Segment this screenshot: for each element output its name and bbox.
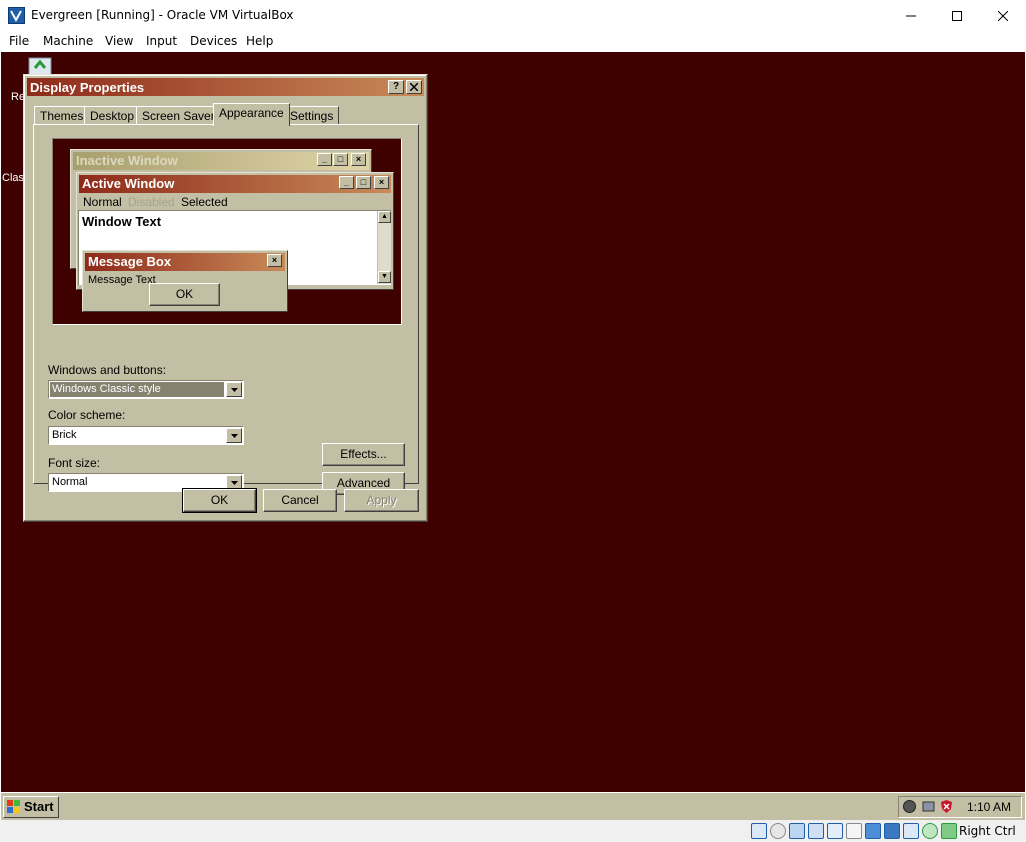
- cancel-button[interactable]: Cancel: [263, 489, 337, 512]
- menu-input[interactable]: Input: [146, 34, 177, 48]
- dialog-close-button[interactable]: [406, 80, 422, 94]
- vbox-statusbar: Right Ctrl: [0, 820, 1026, 842]
- menu-help[interactable]: Help: [246, 34, 273, 48]
- display-icon[interactable]: [865, 823, 881, 839]
- menu-machine[interactable]: Machine: [43, 34, 93, 48]
- network-icon[interactable]: [921, 799, 936, 814]
- host-window-title: Evergreen [Running] - Oracle VM VirtualB…: [31, 8, 294, 22]
- preview-menu-selected: Selected: [181, 195, 228, 209]
- help-button[interactable]: ?: [388, 80, 404, 94]
- preview-message-box: Message Box × Message Text OK: [82, 250, 288, 312]
- close-icon: [409, 82, 419, 92]
- scroll-up-icon: ▲: [378, 211, 391, 223]
- minimize-button[interactable]: [888, 0, 934, 31]
- maximize-button[interactable]: [934, 0, 980, 31]
- close-icon: ×: [351, 153, 366, 166]
- dialog-title: Display Properties: [30, 80, 145, 95]
- guest-screen: Re Clas Display Properties ? Themes Desk…: [1, 52, 1025, 820]
- speaker-icon[interactable]: [902, 799, 917, 814]
- host-key-label: Right Ctrl: [959, 824, 1016, 838]
- clock[interactable]: 1:10 AM: [967, 800, 1011, 814]
- chevron-down-icon[interactable]: [226, 475, 242, 490]
- windows-buttons-value: Windows Classic style: [50, 382, 224, 397]
- font-size-value: Normal: [52, 476, 88, 488]
- appearance-panel: Inactive Window _ □ × Active Window _ □ …: [33, 124, 419, 495]
- classic-icon-label[interactable]: Clas: [2, 172, 24, 184]
- tab-desktop[interactable]: Desktop: [84, 106, 141, 125]
- maximize-icon: □: [333, 153, 348, 166]
- shared-folders-icon[interactable]: [846, 823, 862, 839]
- close-icon: ×: [267, 254, 282, 267]
- help-icon: ?: [392, 81, 400, 92]
- color-scheme-label: Color scheme:: [48, 408, 126, 422]
- host-titlebar: Evergreen [Running] - Oracle VM VirtualB…: [0, 0, 1026, 31]
- message-box-ok-button: OK: [149, 283, 220, 306]
- minimize-icon: _: [317, 153, 332, 166]
- maximize-icon: □: [356, 176, 371, 189]
- optical-drive-icon[interactable]: [770, 823, 786, 839]
- appearance-preview: Inactive Window _ □ × Active Window _ □ …: [52, 138, 402, 325]
- menu-file[interactable]: File: [9, 34, 29, 48]
- windows-logo-icon: [7, 800, 20, 813]
- video-capture-icon[interactable]: [884, 823, 900, 839]
- display-properties-dialog: Display Properties ? Themes Desktop Scre…: [23, 74, 428, 522]
- host-menubar: File Machine View Input Devices Help: [0, 31, 1026, 52]
- virtualbox-icon: [8, 7, 25, 24]
- virtualization-icon[interactable]: [903, 823, 919, 839]
- network-adapter-icon[interactable]: [808, 823, 824, 839]
- preview-menu-disabled: Disabled: [128, 195, 175, 209]
- color-scheme-select[interactable]: Brick: [48, 426, 244, 445]
- tab-themes[interactable]: Themes: [34, 106, 90, 125]
- security-shield-icon[interactable]: [939, 799, 954, 814]
- close-button[interactable]: [980, 0, 1026, 31]
- preview-scrollbar: ▲ ▼: [377, 211, 391, 284]
- scroll-down-icon: ▼: [378, 271, 391, 283]
- ok-button[interactable]: OK: [182, 488, 257, 513]
- mouse-integration-icon[interactable]: [922, 823, 938, 839]
- windows-buttons-label: Windows and buttons:: [48, 363, 167, 377]
- windows-buttons-select[interactable]: Windows Classic style: [48, 380, 244, 399]
- usb-icon[interactable]: [827, 823, 843, 839]
- audio-icon[interactable]: [789, 823, 805, 839]
- hard-disk-icon[interactable]: [751, 823, 767, 839]
- menu-devices[interactable]: Devices: [190, 34, 237, 48]
- start-label: Start: [24, 799, 54, 814]
- apply-button[interactable]: Apply: [344, 489, 419, 512]
- taskbar: Start 1:10 AM: [1, 792, 1025, 820]
- chevron-down-icon[interactable]: [226, 382, 242, 397]
- maximize-icon: [952, 10, 962, 21]
- system-tray: 1:10 AM: [898, 796, 1022, 818]
- tab-screen-saver[interactable]: Screen Saver: [136, 106, 221, 125]
- effects-button[interactable]: Effects...: [322, 443, 405, 466]
- minimize-icon: [906, 15, 916, 16]
- keyboard-capture-icon[interactable]: [941, 823, 957, 839]
- tab-settings[interactable]: Settings: [284, 106, 340, 125]
- dialog-titlebar[interactable]: Display Properties ?: [27, 78, 424, 96]
- font-size-label: Font size:: [48, 456, 101, 470]
- preview-window-text: Window Text: [82, 214, 162, 229]
- close-icon: ×: [374, 176, 389, 189]
- start-button[interactable]: Start: [3, 796, 59, 818]
- color-scheme-value: Brick: [52, 429, 77, 441]
- preview-menu-normal: Normal: [83, 195, 122, 209]
- chevron-down-icon[interactable]: [226, 428, 242, 443]
- message-box-title: Message Box: [85, 253, 285, 271]
- tab-appearance[interactable]: Appearance: [213, 103, 290, 126]
- message-box-text: Message Text: [88, 274, 156, 286]
- close-icon: [998, 10, 1008, 21]
- menu-view[interactable]: View: [105, 34, 133, 48]
- minimize-icon: _: [339, 176, 354, 189]
